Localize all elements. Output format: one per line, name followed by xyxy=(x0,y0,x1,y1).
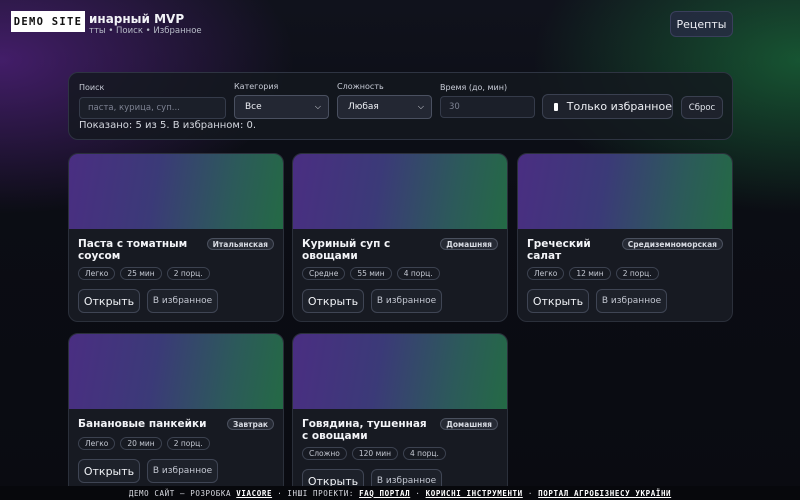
footer-separator: · xyxy=(415,488,421,498)
cuisine-badge: Домашняя xyxy=(440,238,498,250)
footer-link-viacore[interactable]: VIACORE xyxy=(236,489,272,498)
footer-bar: ДЕМО САЙТ — РОЗРОБКА VIACORE · ІНШІ ПРОЕ… xyxy=(0,486,800,500)
card-actions: Открыть В избранное xyxy=(527,289,667,313)
reset-button[interactable]: Сброс xyxy=(681,96,723,119)
demo-site-badge: DEMO SITE xyxy=(11,11,85,32)
footer-link-faq[interactable]: FAQ ПОРТАЛ xyxy=(359,489,410,498)
recipe-image xyxy=(69,334,283,409)
footer-separator: · ІНШІ ПРОЕКТИ: xyxy=(277,488,354,498)
servings-chip: 4 порц. xyxy=(403,447,446,460)
results-status: Показано: 5 из 5. В избранном: 0. xyxy=(79,120,257,131)
difficulty-chip: Легко xyxy=(78,267,116,280)
open-recipe-button[interactable]: Открыть xyxy=(78,289,140,313)
recipe-card: Куриный суп с овощами Домашняя Средне 55… xyxy=(292,153,508,322)
footer-separator: · xyxy=(527,488,534,498)
category-select-value: Все xyxy=(245,102,262,112)
difficulty-chip: Средне xyxy=(302,267,346,280)
recipe-title: Паста с томатным соусом xyxy=(78,238,188,262)
recipe-image xyxy=(293,334,507,409)
recipe-meta: Средне 55 мин 4 порц. xyxy=(302,267,440,280)
recipe-title: Банановые панкейки xyxy=(78,418,207,430)
difficulty-chip: Легко xyxy=(78,437,116,450)
time-chip: 20 мин xyxy=(120,437,162,450)
servings-chip: 2 порц. xyxy=(166,267,210,280)
cuisine-badge: Завтрак xyxy=(226,418,274,430)
recipes-nav-button[interactable]: Рецепты xyxy=(670,11,733,37)
cuisine-badge: Средиземноморская xyxy=(621,238,723,250)
recipe-title: Говядина, тушенная с овощами xyxy=(302,418,427,442)
footer-prefix: ДЕМО САЙТ — РОЗРОБКА xyxy=(128,488,232,498)
site-subtitle: тты • Поиск • Избранное xyxy=(89,26,202,36)
card-actions: Открыть В избранное xyxy=(78,459,218,483)
recipe-image xyxy=(69,154,283,229)
time-label: Время (до, мин) xyxy=(440,83,508,92)
time-chip: 120 мин xyxy=(351,447,399,460)
chevron-down-icon: ⌵ xyxy=(314,102,321,111)
difficulty-label: Сложность xyxy=(337,82,384,91)
servings-chip: 2 порц. xyxy=(615,267,659,280)
time-chip: 12 мин xyxy=(569,267,611,280)
checkbox-icon xyxy=(554,102,558,111)
open-recipe-button[interactable]: Открыть xyxy=(527,289,589,313)
cuisine-badge: Итальянская xyxy=(206,238,274,250)
time-input[interactable]: 30 xyxy=(440,96,535,118)
recipe-meta: Сложно 120 мин 4 порц. xyxy=(302,447,446,460)
cuisine-badge: Домашняя xyxy=(440,418,498,430)
recipe-card: Говядина, тушенная с овощами Домашняя Сл… xyxy=(292,333,508,500)
recipe-meta: Легко 20 мин 2 порц. xyxy=(78,437,210,450)
time-chip: 55 мин xyxy=(350,267,392,280)
recipe-title: Куриный суп с овощами xyxy=(302,238,391,262)
time-chip: 25 мин xyxy=(120,267,162,280)
category-label: Категория xyxy=(234,82,279,91)
category-select[interactable]: Все ⌵ xyxy=(234,95,329,119)
recipe-meta: Легко 12 мин 2 порц. xyxy=(527,267,659,280)
favorites-only-label: Только избранное xyxy=(566,100,672,113)
card-actions: Открыть В избранное xyxy=(78,289,218,313)
open-recipe-button[interactable]: Открыть xyxy=(302,289,364,313)
recipe-card: Банановые панкейки Завтрак Легко 20 мин … xyxy=(68,333,284,500)
servings-chip: 4 порц. xyxy=(396,267,440,280)
filters-panel: Поиск паста, курица, суп... Категория Вс… xyxy=(68,72,733,140)
difficulty-select[interactable]: Любая ⌵ xyxy=(337,95,432,119)
add-to-favorites-button[interactable]: В избранное xyxy=(596,289,667,313)
open-recipe-button[interactable]: Открыть xyxy=(78,459,140,483)
chevron-down-icon: ⌵ xyxy=(417,102,424,111)
favorites-only-toggle[interactable]: Только избранное xyxy=(542,94,673,119)
difficulty-select-value: Любая xyxy=(348,102,379,112)
recipe-card: Паста с томатным соусом Итальянская Легк… xyxy=(68,153,284,322)
recipe-title: Греческий салат xyxy=(527,238,591,262)
search-label: Поиск xyxy=(79,83,105,92)
footer-link-tools[interactable]: КОРИСНІ ІНСТРУМЕНТИ xyxy=(426,489,523,498)
add-to-favorites-button[interactable]: В избранное xyxy=(147,459,218,483)
add-to-favorites-button[interactable]: В избранное xyxy=(147,289,218,313)
recipe-card: Греческий салат Средиземноморская Легко … xyxy=(517,153,733,322)
difficulty-chip: Сложно xyxy=(302,447,347,460)
card-actions: Открыть В избранное xyxy=(302,289,442,313)
search-input[interactable]: паста, курица, суп... xyxy=(79,97,226,119)
difficulty-chip: Легко xyxy=(527,267,565,280)
recipe-meta: Легко 25 мин 2 порц. xyxy=(78,267,210,280)
recipe-image xyxy=(518,154,732,229)
site-title: инарный MVP xyxy=(89,12,185,26)
top-bar: DEMO SITE инарный MVP тты • Поиск • Избр… xyxy=(0,0,800,48)
servings-chip: 2 порц. xyxy=(166,437,210,450)
footer-link-agro[interactable]: ПОРТАЛ АГРОБІЗНЕСУ УКРАЇНИ xyxy=(538,489,671,498)
recipe-image xyxy=(293,154,507,229)
add-to-favorites-button[interactable]: В избранное xyxy=(371,289,442,313)
